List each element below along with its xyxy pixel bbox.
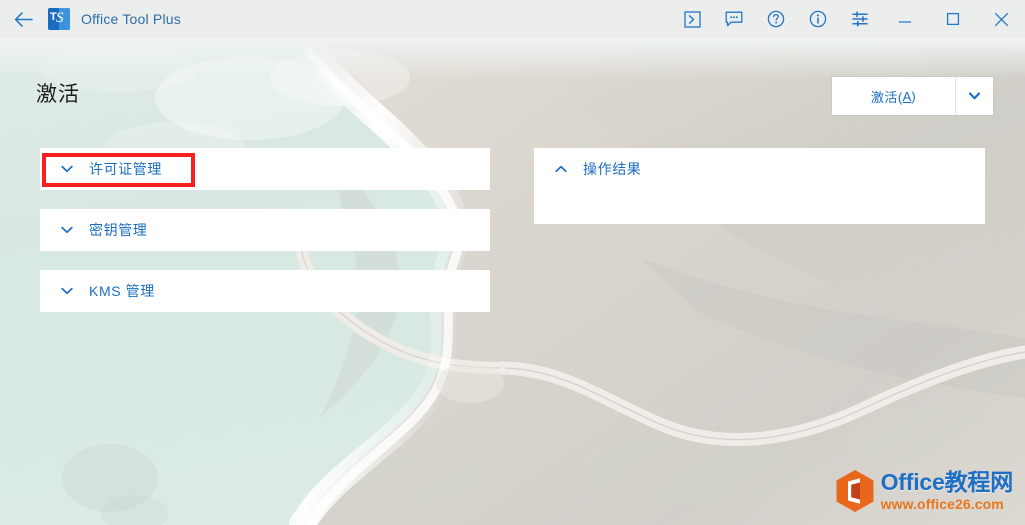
main-content: 激活 激活(A) 许可证管理 密钥管理 KMS 管理 操作结果 Office教… [0, 38, 1025, 525]
close-button[interactable] [977, 0, 1025, 38]
chevron-down-icon [57, 287, 77, 295]
feedback-icon [725, 11, 743, 26]
chevron-down-icon [57, 226, 77, 234]
panel-key-management-header[interactable]: 密钥管理 [40, 209, 490, 251]
panel-license-management: 许可证管理 [40, 148, 490, 190]
page-title: 激活 [36, 83, 80, 106]
info-icon [809, 10, 827, 28]
about-button[interactable] [797, 0, 839, 38]
minimize-button[interactable] [881, 0, 929, 38]
chevron-up-icon [551, 165, 571, 173]
back-arrow-icon [14, 11, 33, 27]
panel-license-management-header[interactable]: 许可证管理 [40, 148, 490, 190]
watermark-brand: Office教程网 [880, 469, 1014, 495]
panel-license-management-label: 许可证管理 [89, 161, 162, 177]
minimize-icon [898, 21, 912, 23]
office-hexagon-logo [836, 470, 874, 512]
panel-key-management: 密钥管理 [40, 209, 490, 251]
back-button[interactable] [0, 0, 46, 38]
panel-kms-management: KMS 管理 [40, 270, 490, 312]
panel-kms-management-label: KMS 管理 [89, 283, 155, 299]
watermark-text: Office教程网 www.office26.com [880, 469, 1014, 512]
panel-operation-result-body [534, 190, 985, 224]
console-icon [683, 10, 701, 28]
right-panel-column: 操作结果 [534, 148, 985, 243]
help-icon [767, 10, 785, 28]
maximize-icon [946, 12, 960, 26]
panel-kms-management-header[interactable]: KMS 管理 [40, 270, 490, 312]
app-title: Office Tool Plus [81, 11, 181, 27]
maximize-button[interactable] [929, 0, 977, 38]
sliders-icon [852, 11, 868, 27]
close-icon [994, 12, 1008, 26]
activate-label-main: 激活( [870, 89, 903, 105]
watermark-url: www.office26.com [880, 496, 1004, 512]
panel-operation-result: 操作结果 [534, 148, 985, 224]
title-bar: T S Office Tool Plus [0, 0, 1025, 38]
app-logo-icon: T S [48, 8, 70, 30]
left-panel-column: 许可证管理 密钥管理 KMS 管理 [40, 148, 490, 331]
panel-operation-result-header[interactable]: 操作结果 [534, 148, 985, 190]
chevron-down-icon [969, 92, 980, 100]
activate-split-button: 激活(A) [832, 77, 993, 115]
chevron-down-icon [57, 165, 77, 173]
feedback-button[interactable] [713, 0, 755, 38]
application-window: T S Office Tool Plus 激活 激活(A) 许可证管理 密钥… [0, 0, 1025, 525]
help-button[interactable] [755, 0, 797, 38]
activate-button[interactable]: 激活(A) [832, 77, 955, 115]
console-button[interactable] [671, 0, 713, 38]
activate-label-close: ) [911, 88, 917, 104]
activate-dropdown-button[interactable] [956, 77, 993, 115]
panel-operation-result-label: 操作结果 [583, 161, 642, 177]
watermark: Office教程网 www.office26.com [835, 469, 1013, 513]
panel-key-management-label: 密钥管理 [89, 222, 148, 238]
activate-label-accesskey: A [902, 88, 912, 104]
settings-button[interactable] [839, 0, 881, 38]
logo-letter-s: S [56, 10, 64, 26]
